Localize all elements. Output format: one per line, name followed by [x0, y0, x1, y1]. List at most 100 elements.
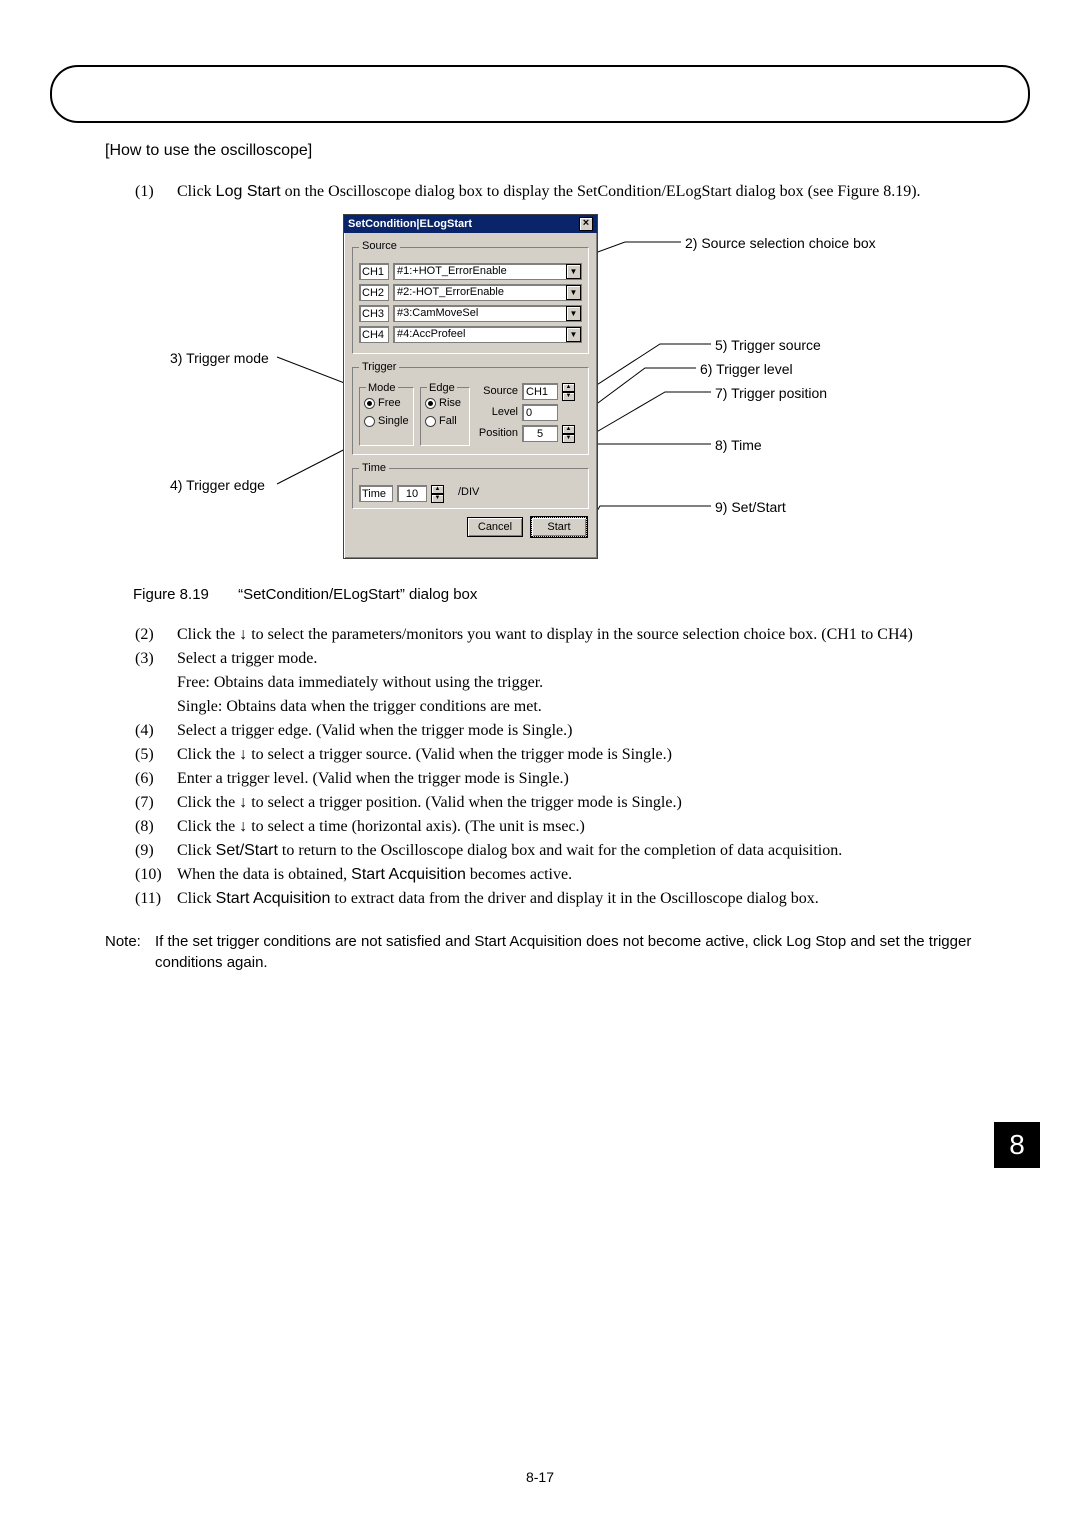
step-body: Click the ↓ to select a time (horizontal… [177, 815, 1035, 839]
text: Click [177, 842, 216, 859]
ch4-label: CH4 [359, 326, 389, 343]
figure-area: 2) Source selection choice box 3) Trigge… [105, 214, 1035, 574]
step-num: (7) [135, 791, 177, 815]
cancel-button[interactable]: Cancel [467, 517, 523, 537]
step-body: Enter a trigger level. (Valid when the t… [177, 767, 1035, 791]
edge-group: Edge Rise Fall [420, 387, 470, 446]
position-label: Position [476, 426, 518, 441]
ch1-row: CH1 #1:+HOT_ErrorEnable▼ [359, 263, 582, 280]
step-body: Click the ↓ to select a trigger source. … [177, 743, 1035, 767]
mode-legend: Mode [366, 381, 398, 396]
time-spinner[interactable]: ▲▼ [431, 485, 444, 502]
list-item: (11)Click Start Acquisition to extract d… [105, 887, 1035, 911]
text: becomes active. [466, 866, 572, 883]
list-item: (2)Click the ↓ to select the parameters/… [105, 623, 1035, 647]
ch1-label: CH1 [359, 263, 389, 280]
text: Click [177, 183, 216, 200]
callout-7: 7) Trigger position [715, 384, 827, 404]
list-item: (7)Click the ↓ to select a trigger posit… [105, 791, 1035, 815]
mode-free-radio[interactable]: Free [364, 396, 409, 411]
trigger-level-row: Level 0 [476, 404, 582, 421]
text: to extract data from the driver and disp… [330, 890, 818, 907]
position-spinner[interactable]: ▲▼ [562, 425, 575, 442]
time-label: Time [359, 485, 393, 502]
dialog-footer: Cancel Start [344, 515, 597, 545]
chapter-header-box [50, 65, 1030, 123]
text: When the data is obtained, [177, 866, 351, 883]
chapter-tab: 8 [994, 1122, 1040, 1168]
dialog-title: SetCondition|ELogStart [348, 215, 472, 233]
step-num: (3) [135, 647, 177, 719]
step-body: Click the ↓ to select a trigger position… [177, 791, 1035, 815]
trigger-source-row: Source CH1 ▲▼ [476, 383, 582, 400]
edge-legend: Edge [427, 381, 457, 396]
list-item: (9)Click Set/Start to return to the Osci… [105, 839, 1035, 863]
ch2-combo[interactable]: #2:-HOT_ErrorEnable▼ [393, 284, 582, 301]
chevron-down-icon[interactable]: ▼ [566, 306, 581, 321]
trigger-legend: Trigger [359, 360, 399, 375]
time-group: Time Time 10 ▲▼ /DIV [352, 461, 589, 508]
step-num: (10) [135, 863, 177, 887]
ch1-combo[interactable]: #1:+HOT_ErrorEnable▼ [393, 263, 582, 280]
button-ref: Start Acquisition [351, 866, 466, 883]
radio-icon [425, 416, 436, 427]
text: Click [177, 890, 216, 907]
chevron-down-icon[interactable]: ▼ [566, 327, 581, 342]
trigger-position-row: Position 5 ▲▼ [476, 425, 582, 442]
text: does not become active, click [582, 933, 786, 950]
callout-6: 6) Trigger level [700, 360, 793, 380]
time-legend: Time [359, 461, 389, 476]
text: If the set trigger conditions are not sa… [155, 933, 474, 950]
ch4-combo[interactable]: #4:AccProfeel▼ [393, 326, 582, 343]
dialog-titlebar: SetCondition|ELogStart × [344, 215, 597, 233]
mode-group: Mode Free Single [359, 387, 414, 446]
edge-rise-radio[interactable]: Rise [425, 396, 465, 411]
button-ref: Log Start [216, 183, 281, 200]
step-body: Click Start Acquisition to extract data … [177, 887, 1035, 911]
step-num: (11) [135, 887, 177, 911]
chevron-down-icon[interactable]: ▼ [566, 285, 581, 300]
radio-label: Fall [439, 414, 457, 429]
source-legend: Source [359, 239, 400, 254]
step-body: Click the ↓ to select the parameters/mon… [177, 623, 1035, 647]
ch3-combo[interactable]: #3:CamMoveSel▼ [393, 305, 582, 322]
step-num: (1) [135, 180, 177, 204]
chevron-down-icon[interactable]: ▼ [566, 264, 581, 279]
ch3-value: #3:CamMoveSel [394, 305, 566, 322]
figure-number: Figure 8.19 [133, 586, 209, 603]
ch1-value: #1:+HOT_ErrorEnable [394, 263, 566, 280]
level-label: Level [476, 405, 518, 420]
ch4-value: #4:AccProfeel [394, 326, 566, 343]
figure-title: “SetCondition/ELogStart” dialog box [238, 586, 477, 603]
step-body: Select a trigger mode. Free: Obtains dat… [177, 647, 1035, 719]
note-label: Note: [105, 931, 155, 973]
start-button[interactable]: Start [531, 517, 587, 537]
page-number: 8-17 [0, 1468, 1080, 1488]
step-body: When the data is obtained, Start Acquisi… [177, 863, 1035, 887]
edge-fall-radio[interactable]: Fall [425, 414, 465, 429]
callout-3: 3) Trigger mode [170, 349, 269, 369]
button-ref: Start Acquisition [216, 890, 331, 907]
figure-caption: Figure 8.19 “SetCondition/ELogStart” dia… [133, 584, 1035, 605]
ch3-label: CH3 [359, 305, 389, 322]
trigger-level-input[interactable]: 0 [522, 404, 558, 421]
ch2-value: #2:-HOT_ErrorEnable [394, 284, 566, 301]
ch3-row: CH3 #3:CamMoveSel▼ [359, 305, 582, 322]
close-icon[interactable]: × [579, 217, 593, 231]
callout-5: 5) Trigger source [715, 336, 821, 356]
step-1: (1) Click Log Start on the Oscilloscope … [105, 180, 1035, 204]
step-num: (5) [135, 743, 177, 767]
mode-single-radio[interactable]: Single [364, 414, 409, 429]
trigger-position-value: 5 [522, 425, 558, 442]
callout-9: 9) Set/Start [715, 498, 786, 518]
setcondition-dialog: SetCondition|ELogStart × Source CH1 #1:+… [343, 214, 598, 559]
page-content: [How to use the oscilloscope] (1) Click … [105, 140, 1035, 973]
radio-icon [425, 398, 436, 409]
button-ref: Log Stop [786, 933, 846, 950]
list-item: (3)Select a trigger mode. Free: Obtains … [105, 647, 1035, 719]
radio-label: Single [378, 414, 409, 429]
radio-label: Free [378, 396, 401, 411]
source-spinner[interactable]: ▲▼ [562, 383, 575, 400]
list-item: (8)Click the ↓ to select a time (horizon… [105, 815, 1035, 839]
step-num: (4) [135, 719, 177, 743]
